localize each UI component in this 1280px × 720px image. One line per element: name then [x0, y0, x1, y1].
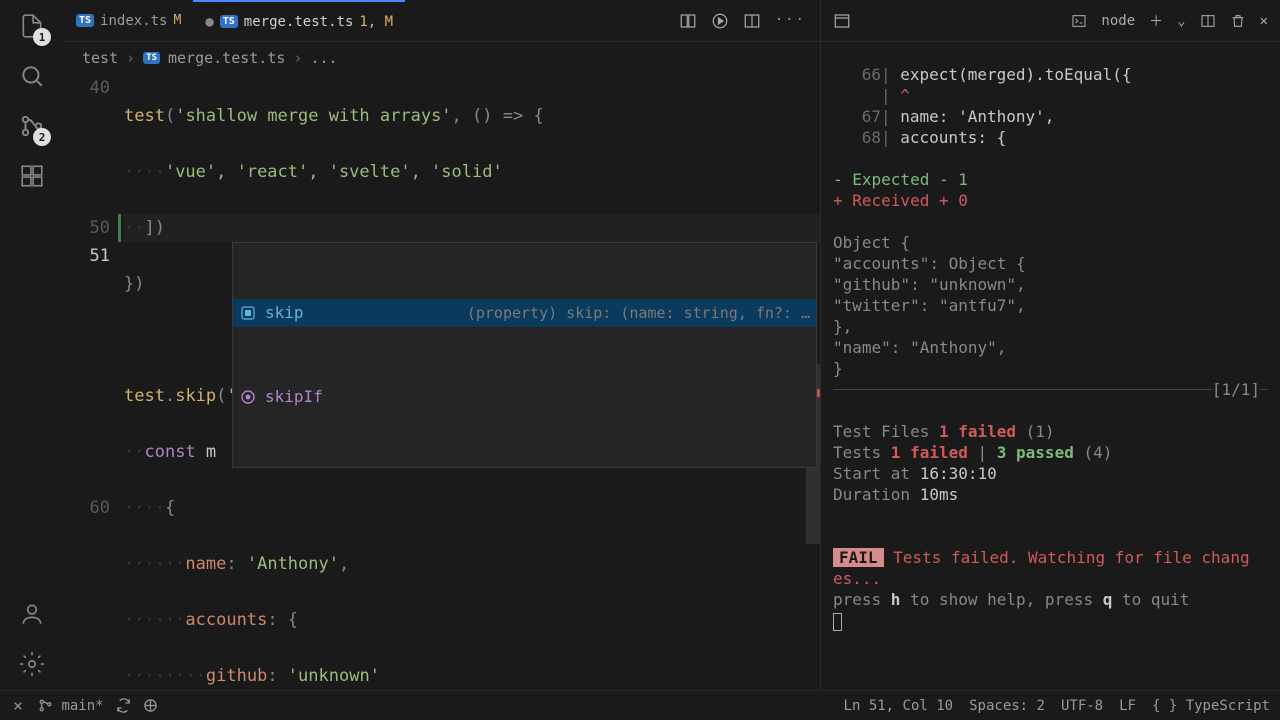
breadcrumb[interactable]: test › TS merge.test.ts › ...: [64, 42, 820, 74]
activity-bar: 1 2: [0, 0, 64, 690]
live-share-icon[interactable]: [143, 698, 158, 713]
tab-problem-indicator: 1, M: [359, 14, 393, 30]
explorer-badge: 1: [33, 28, 51, 46]
terminal-panel: node ＋ ⌄ ✕ 66| expect(merged).toEqual({ …: [820, 0, 1280, 690]
run-icon[interactable]: [711, 12, 729, 30]
property-icon: [239, 304, 257, 322]
tab-label: merge.test.ts: [244, 14, 354, 30]
sync-icon[interactable]: [116, 698, 131, 713]
scm-badge: 2: [33, 128, 51, 146]
split-editor-icon[interactable]: [743, 12, 761, 30]
terminal-profile-icon[interactable]: [1071, 13, 1087, 29]
terminal-cursor: [833, 613, 842, 631]
code-editor[interactable]: 40 50 51 60 test('shallow merge with arr…: [64, 74, 820, 690]
tab-index-ts[interactable]: TS index.ts M: [64, 0, 193, 41]
ts-file-icon: TS: [143, 52, 160, 64]
more-icon[interactable]: ···: [775, 12, 806, 30]
chevron-right-icon: ›: [126, 49, 135, 67]
account-icon[interactable]: [16, 598, 48, 630]
new-terminal-icon[interactable]: ＋: [1149, 11, 1163, 31]
suggest-item-skipif[interactable]: skipIf: [233, 383, 816, 411]
chevron-right-icon: ›: [293, 49, 302, 67]
terminal-output[interactable]: 66| expect(merged).toEqual({ | ^ 67| nam…: [821, 42, 1280, 690]
line-gutter: 40 50 51 60: [64, 74, 124, 690]
terminal-name[interactable]: node: [1101, 13, 1135, 29]
split-terminal-icon[interactable]: [1200, 13, 1216, 29]
close-icon[interactable]: ✕: [1260, 13, 1268, 29]
remote-icon[interactable]: [10, 698, 26, 714]
breadcrumb-root[interactable]: test: [82, 49, 118, 67]
settings-icon[interactable]: [16, 648, 48, 680]
suggest-item-skip[interactable]: skip (property) skip: (name: string, fn?…: [233, 299, 816, 327]
explorer-icon[interactable]: 1: [16, 10, 48, 42]
method-icon: [239, 388, 257, 406]
tab-bar: TS index.ts M ● TS merge.test.ts 1, M ··…: [64, 0, 820, 42]
code-content[interactable]: test('shallow merge with arrays', () => …: [124, 74, 820, 690]
search-icon[interactable]: [16, 60, 48, 92]
source-control-icon[interactable]: 2: [16, 110, 48, 142]
tab-merge-test-ts[interactable]: ● TS merge.test.ts 1, M: [193, 0, 405, 41]
gutter-change-marker: [118, 214, 121, 242]
breadcrumb-file[interactable]: merge.test.ts: [168, 49, 285, 67]
breadcrumb-symbol[interactable]: ...: [310, 49, 337, 67]
intellisense-widget[interactable]: skip (property) skip: (name: string, fn?…: [232, 242, 817, 468]
language-mode[interactable]: { } TypeScript: [1152, 698, 1270, 714]
encoding-indicator[interactable]: UTF-8: [1061, 698, 1103, 714]
panel-toggle-icon[interactable]: [833, 12, 851, 30]
indent-indicator[interactable]: Spaces: 2: [969, 698, 1045, 714]
cursor-position[interactable]: Ln 51, Col 10: [844, 698, 954, 714]
trash-icon[interactable]: [1230, 13, 1246, 29]
editor-group: TS index.ts M ● TS merge.test.ts 1, M ··…: [64, 0, 820, 690]
terminal-header: node ＋ ⌄ ✕: [821, 0, 1280, 42]
branch-indicator[interactable]: main*: [38, 698, 104, 714]
tab-modified-indicator: M: [173, 13, 181, 28]
tab-label: index.ts: [100, 13, 167, 29]
eol-indicator[interactable]: LF: [1119, 698, 1136, 714]
ts-file-icon: TS: [220, 15, 238, 28]
tab-actions: ···: [679, 12, 820, 30]
compare-icon[interactable]: [679, 12, 697, 30]
extensions-icon[interactable]: [16, 160, 48, 192]
ts-file-icon: TS: [76, 14, 94, 27]
chevron-down-icon[interactable]: ⌄: [1177, 13, 1185, 29]
status-bar: main* Ln 51, Col 10 Spaces: 2 UTF-8 LF {…: [0, 690, 1280, 720]
fail-badge: FAIL: [833, 548, 884, 567]
